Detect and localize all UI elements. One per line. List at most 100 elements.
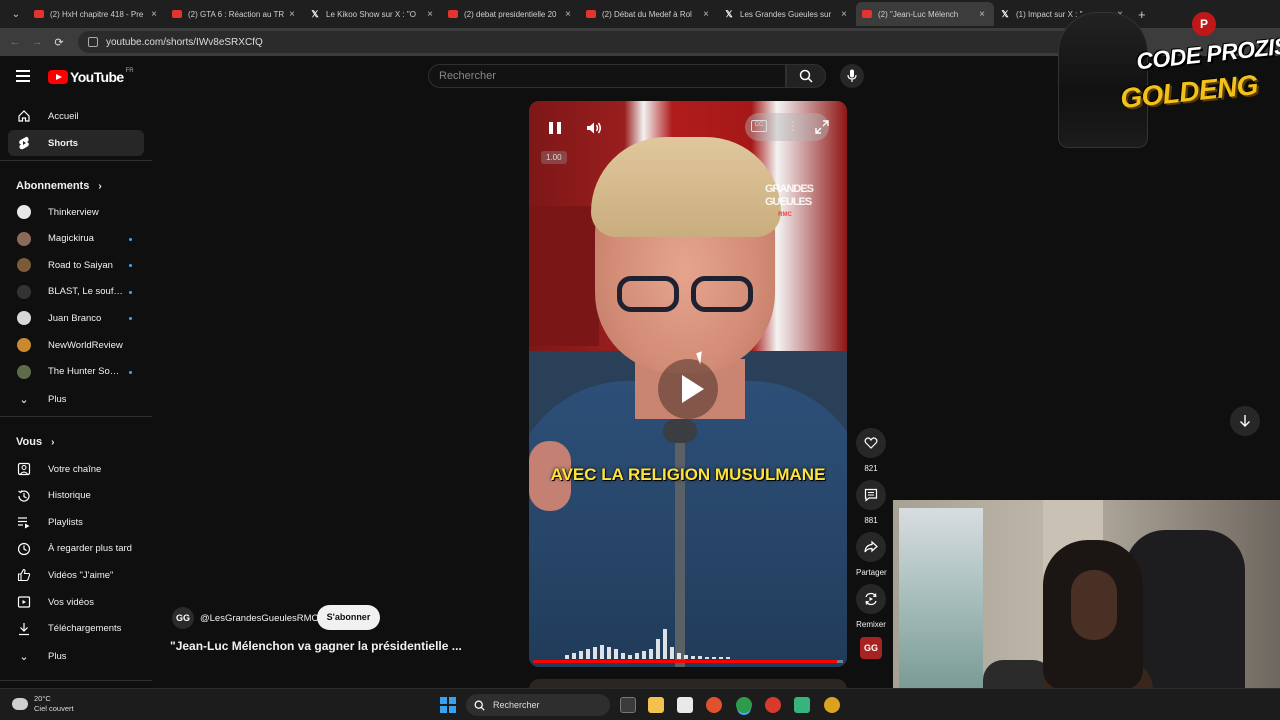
close-tab-icon[interactable]: × [976, 9, 988, 20]
store-icon[interactable] [677, 697, 693, 713]
sidebar-subscription[interactable]: Thinkerview [8, 199, 144, 225]
subscriptions-title: Abonnements [16, 180, 90, 192]
weather-widget[interactable]: 20°C Ciel couvert [12, 694, 74, 714]
back-button[interactable]: ← [4, 36, 26, 48]
new-content-dot [129, 317, 132, 321]
visualizer-bar [691, 656, 695, 659]
avatar [17, 284, 31, 299]
channel-thumbnail[interactable]: GG [860, 637, 882, 659]
sidebar-item-label: BLAST, Le souffl... [48, 286, 124, 298]
app-icon[interactable] [794, 697, 810, 713]
search-input[interactable]: Rechercher [428, 64, 786, 88]
volume-button[interactable] [585, 119, 603, 137]
close-tab-icon[interactable]: × [838, 9, 850, 20]
browser-tab[interactable]: (2) HxH chapitre 418 - Pre × [28, 2, 166, 26]
voice-search-button[interactable] [840, 64, 864, 88]
share-button[interactable]: Partager [856, 532, 887, 577]
menu-icon[interactable] [16, 70, 30, 82]
task-view-icon[interactable] [620, 697, 636, 713]
sidebar-item-video[interactable]: Vos vidéos [8, 589, 144, 615]
chrome-alt-icon[interactable] [765, 697, 781, 713]
browser-icon[interactable] [824, 697, 840, 713]
next-video-button[interactable] [1230, 406, 1260, 436]
sidebar-item-accueil[interactable]: Accueil [8, 103, 144, 129]
taskbar-search[interactable]: Rechercher [466, 694, 610, 716]
x-icon: 𝕏 [1001, 9, 1009, 19]
sidebar-subscription[interactable]: Juan Branco [8, 305, 144, 331]
visualizer-bar [600, 645, 604, 659]
sidebar-item-download[interactable]: Téléchargements [8, 616, 144, 642]
forward-button[interactable]: → [26, 36, 48, 48]
sidebar-item-history[interactable]: Historique [8, 483, 144, 509]
comments-circle [856, 480, 886, 510]
avatar [17, 311, 31, 326]
sidebar-subscription[interactable]: BLAST, Le souffl... [8, 279, 144, 305]
browser-tab[interactable]: (2) GTA 6 : Réaction au TR × [166, 2, 304, 26]
browser-tab[interactable]: (2) debat presidentielle 20 × [442, 2, 580, 26]
close-tab-icon[interactable]: × [148, 9, 160, 20]
more-options-icon[interactable]: ⋮ [787, 119, 799, 135]
channel-icon [16, 461, 32, 477]
sidebar-subscription[interactable]: NewWorldReview [8, 332, 144, 358]
channel-handle[interactable]: @LesGrandesGueulesRMC [200, 613, 318, 624]
shorts-video-player[interactable]: GRANDES GUEULES RMC AVEC LA RELIGION MUS… [529, 101, 847, 667]
sidebar-item-label: Historique [48, 490, 91, 502]
sidebar-subscription[interactable]: The Hunter Soci... [8, 359, 144, 385]
close-tab-icon[interactable]: × [700, 9, 712, 20]
sidebar-subscription[interactable]: Road to Saiyan [8, 252, 144, 278]
close-tab-icon[interactable]: × [424, 9, 436, 20]
sidebar-item-thumbs-up[interactable]: Vidéos "J'aime" [8, 562, 144, 588]
browser-tab[interactable]: (2) Débat du Medef à Rol × [580, 2, 718, 26]
subscriptions-heading[interactable]: Abonnements › [16, 180, 102, 192]
pause-button[interactable] [545, 119, 565, 137]
subscribe-button[interactable]: S'abonner [317, 605, 380, 630]
firefox-icon[interactable] [706, 697, 722, 713]
visualizer-bar [579, 651, 583, 659]
sidebar-subscription[interactable]: Magickirua [8, 226, 144, 252]
visualizer-bar [635, 653, 639, 659]
sidebar-item-label: NewWorldReview [48, 339, 123, 351]
remix-button[interactable]: Remixer [856, 584, 886, 629]
visualizer-bar [663, 629, 667, 659]
address-bar[interactable]: youtube.com/shorts/IWv8eSRXCfQ [78, 31, 1078, 53]
divider [0, 680, 152, 681]
comments-button[interactable]: 881 [856, 480, 886, 525]
browser-tab[interactable]: 𝕏 Les Grandes Gueules sur × [718, 2, 856, 26]
windows-taskbar: 20°C Ciel couvert Rechercher [0, 688, 1280, 720]
thumbs-up-icon [16, 567, 32, 583]
play-icon[interactable] [658, 359, 718, 419]
browser-tab[interactable]: (2) "Jean-Luc Mélench × [856, 2, 994, 26]
sidebar-item-label: Plus [48, 650, 67, 662]
progress-bar[interactable] [533, 660, 843, 663]
reload-button[interactable]: ⟳ [48, 36, 70, 49]
chrome-icon[interactable] [736, 697, 752, 713]
chevron-down-icon: ⌄ [19, 393, 29, 406]
watermark-text: GRANDES GUEULES [765, 183, 814, 208]
channel-avatar[interactable]: GG [172, 607, 194, 629]
download-icon [16, 621, 32, 637]
short-title[interactable]: "Jean-Luc Mélenchon va gagner la préside… [170, 639, 462, 653]
video-background-panel [529, 206, 599, 346]
search-button[interactable] [786, 64, 826, 88]
you-heading[interactable]: Vous › [16, 436, 54, 448]
comment-icon [864, 488, 878, 502]
windows-start-icon[interactable] [440, 697, 456, 713]
tab-search-menu-icon[interactable]: ⌄ [4, 4, 28, 24]
fullscreen-button[interactable] [815, 120, 829, 134]
sidebar-item-clock[interactable]: À regarder plus tard [8, 536, 144, 562]
file-explorer-icon[interactable] [648, 697, 664, 713]
captions-icon[interactable]: CC [751, 120, 767, 132]
browser-tab[interactable]: 𝕏 Le Kikoo Show sur X : "O × [304, 2, 442, 26]
you-more[interactable]: ⌄ Plus [8, 643, 144, 669]
close-tab-icon[interactable]: × [562, 9, 574, 20]
sidebar-item-playlist[interactable]: Playlists [8, 509, 144, 535]
like-button[interactable]: 821 [856, 428, 886, 473]
sidebar-item-shorts[interactable]: Shorts [8, 130, 144, 156]
divider [0, 160, 152, 161]
avatar [17, 231, 31, 246]
site-info-icon[interactable] [88, 37, 98, 47]
sidebar-item-channel[interactable]: Votre chaîne [8, 456, 144, 482]
close-tab-icon[interactable]: × [286, 9, 298, 20]
youtube-logo[interactable]: YouTube FR [48, 68, 134, 85]
subscriptions-more[interactable]: ⌄ Plus [8, 386, 144, 412]
